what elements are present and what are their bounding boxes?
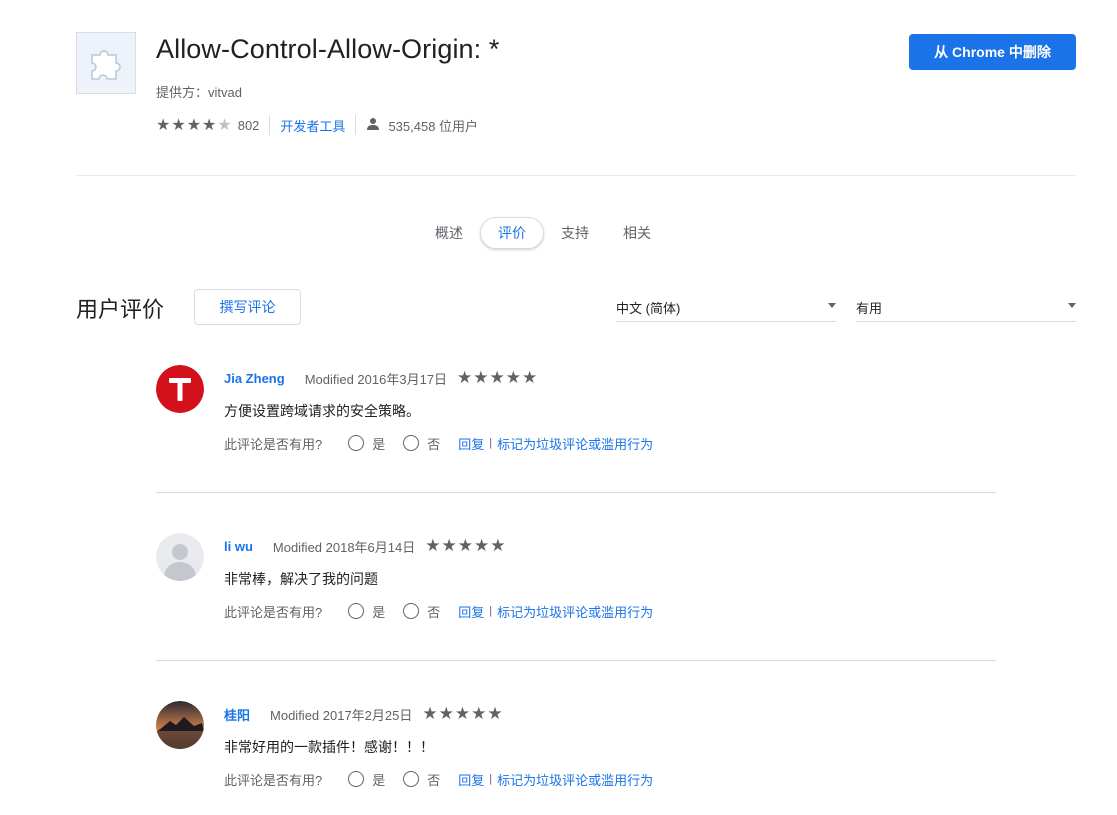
action-separator: |	[489, 605, 493, 617]
star-filled-icon: ★	[489, 368, 505, 387]
review-text: 非常棒，解决了我的问题	[224, 571, 378, 587]
radio-circle-icon	[403, 771, 420, 787]
remove-from-chrome-button[interactable]: 从 Chrome 中删除	[909, 34, 1076, 70]
star-filled-icon: ★	[474, 536, 490, 555]
reviewer-name[interactable]: li wu	[224, 539, 253, 554]
sort-filter-value: 有用	[856, 301, 883, 316]
action-separator: |	[489, 437, 493, 449]
header-divider	[76, 175, 1076, 176]
extension-provider: 提供方：vitvad	[156, 85, 242, 100]
star-filled-icon: ★	[490, 536, 506, 555]
helpful-question: 此评论是否有用?	[224, 436, 323, 452]
star-filled-icon: ★	[522, 368, 538, 387]
reviews-section-title: 用户评价	[76, 297, 165, 322]
language-filter-select[interactable]: 中文 (简体)	[616, 294, 836, 322]
star-filled-icon: ★	[457, 368, 473, 387]
user-count: 535,458 位用户	[388, 118, 479, 134]
meta-divider	[269, 115, 271, 135]
star-filled-icon: ★	[186, 117, 202, 134]
review-divider	[156, 660, 996, 661]
star-filled-icon: ★	[471, 704, 487, 723]
tab-related[interactable]: 相关	[606, 217, 668, 249]
radio-circle-icon	[403, 435, 420, 451]
star-filled-icon: ★	[457, 536, 473, 555]
category-link[interactable]: 开发者工具	[280, 116, 345, 135]
review-date: Modified 2018年6月14日	[272, 539, 416, 555]
reply-link[interactable]: 回复	[458, 602, 484, 621]
review-actions: 此评论是否有用? 是 否 回复 | 标记为垃圾评论或滥用行为	[224, 601, 653, 621]
extension-title: Allow-Control-Allow-Origin: *	[156, 34, 500, 64]
review-stars: ★ ★ ★ ★ ★	[422, 704, 502, 724]
extension-meta: ★ ★ ★ ★ ★ 802 开发者工具 535,458 位用户	[156, 114, 478, 136]
meta-divider	[355, 115, 357, 135]
star-filled-icon: ★	[156, 117, 171, 134]
report-link[interactable]: 标记为垃圾评论或滥用行为	[497, 602, 653, 621]
helpful-yes-radio[interactable]: 是	[348, 434, 385, 453]
person-icon	[366, 117, 380, 134]
star-filled-icon: ★	[441, 536, 457, 555]
language-filter-value: 中文 (简体)	[616, 301, 681, 316]
star-filled-icon: ★	[454, 704, 471, 723]
helpful-yes-label: 是	[372, 772, 386, 788]
action-separator: |	[489, 773, 493, 785]
review-text: 非常好用的一款插件！感谢！！！	[224, 739, 434, 755]
helpful-yes-label: 是	[372, 604, 386, 620]
rating-stars[interactable]: ★ ★ ★ ★ ★	[156, 115, 232, 135]
review-stars: ★ ★ ★ ★ ★	[457, 368, 537, 388]
radio-circle-icon	[403, 603, 420, 619]
sort-filter-select[interactable]: 有用	[856, 294, 1076, 322]
tab-reviews[interactable]: 评价	[480, 217, 544, 249]
review-text: 方便设置跨域请求的安全策略。	[224, 403, 420, 419]
tab-overview[interactable]: 概述	[418, 217, 480, 249]
star-filled-icon: ★	[438, 704, 454, 723]
helpful-no-label: 否	[427, 772, 441, 788]
review-date: Modified 2017年2月25日	[270, 707, 413, 723]
default-silhouette-avatar	[156, 533, 204, 581]
review-actions: 此评论是否有用? 是 否 回复 | 标记为垃圾评论或滥用行为	[224, 769, 653, 789]
tab-bar: 概述 评价 支持 相关	[418, 216, 668, 250]
rating-count[interactable]: 802	[238, 118, 260, 133]
reply-link[interactable]: 回复	[458, 770, 484, 789]
caret-down-icon	[828, 303, 836, 308]
star-filled-icon: ★	[202, 117, 217, 134]
helpful-no-label: 否	[427, 436, 441, 452]
star-filled-icon: ★	[505, 368, 522, 387]
review-divider	[156, 492, 996, 493]
star-filled-icon: ★	[171, 117, 186, 134]
helpful-question: 此评论是否有用?	[224, 604, 323, 620]
helpful-no-radio[interactable]: 否	[403, 602, 440, 621]
helpful-no-label: 否	[427, 604, 441, 620]
helpful-no-radio[interactable]: 否	[403, 434, 440, 453]
caret-down-icon	[1068, 303, 1076, 308]
report-link[interactable]: 标记为垃圾评论或滥用行为	[497, 434, 653, 453]
review-stars: ★ ★ ★ ★ ★	[425, 536, 505, 556]
helpful-yes-label: 是	[372, 436, 386, 452]
helpful-yes-radio[interactable]: 是	[348, 602, 385, 621]
extension-header: Allow-Control-Allow-Origin: * 提供方：vitvad…	[76, 32, 1076, 144]
reviewer-name[interactable]: 桂阳	[224, 705, 250, 724]
review-actions: 此评论是否有用? 是 否 回复 | 标记为垃圾评论或滥用行为	[224, 433, 653, 453]
star-filled-icon: ★	[473, 368, 489, 387]
helpful-question: 此评论是否有用?	[224, 772, 323, 788]
red-circle-T-avatar	[156, 365, 204, 413]
puzzle-piece-icon	[76, 32, 136, 94]
star-empty-icon: ★	[217, 117, 232, 134]
star-filled-icon: ★	[487, 704, 503, 723]
radio-circle-icon	[348, 603, 365, 619]
tab-support[interactable]: 支持	[544, 217, 606, 249]
write-review-button[interactable]: 撰写评论	[194, 289, 301, 325]
radio-circle-icon	[348, 771, 365, 787]
report-link[interactable]: 标记为垃圾评论或滥用行为	[497, 770, 653, 789]
reply-link[interactable]: 回复	[458, 434, 484, 453]
review-date: Modified 2016年3月17日	[304, 371, 448, 387]
reviewer-name[interactable]: Jia Zheng	[224, 371, 285, 386]
star-filled-icon: ★	[422, 704, 438, 723]
radio-circle-icon	[348, 435, 365, 451]
landscape-photo-avatar	[156, 701, 204, 749]
helpful-no-radio[interactable]: 否	[403, 770, 440, 789]
star-filled-icon: ★	[425, 536, 441, 555]
helpful-yes-radio[interactable]: 是	[348, 770, 385, 789]
